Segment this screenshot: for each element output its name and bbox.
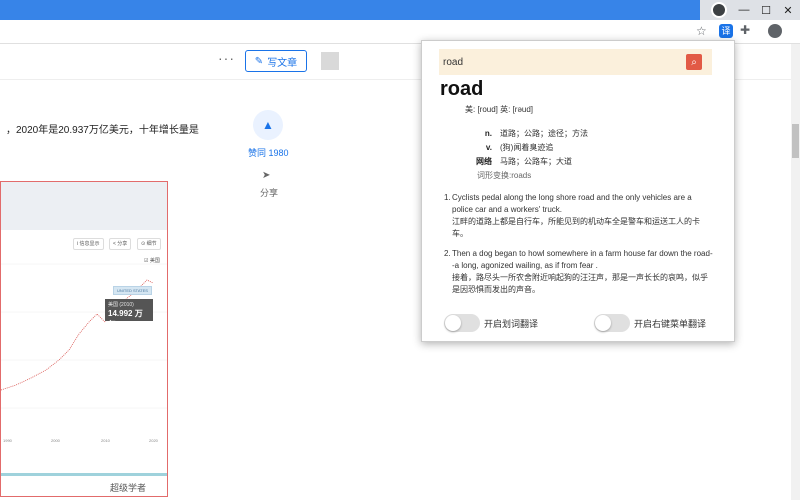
tab-strip[interactable] xyxy=(0,0,700,20)
definition-row: n. 道路；公路；途径；方法 xyxy=(462,126,588,140)
example-number: 2. xyxy=(444,249,451,258)
search-input[interactable] xyxy=(443,54,673,70)
page-scrollbar[interactable] xyxy=(791,44,800,500)
search-bar: ⌕ xyxy=(439,49,712,75)
definition-text: 马路；公路车；大道 xyxy=(500,156,572,166)
puzzle-icon[interactable]: ✚ xyxy=(740,23,750,37)
dictionary-popup: ⌕ road 美: [roud] 英: [rəud] n. 道路；公路；途径；方… xyxy=(421,40,735,342)
edit-icon: ✎ xyxy=(254,55,264,67)
search-icon: ⌕ xyxy=(691,56,697,68)
example-number: 1. xyxy=(444,193,451,202)
write-article-button[interactable]: ✎ 写文章 xyxy=(245,50,307,72)
x-tick: 1990 xyxy=(3,438,12,443)
example-english: Cyclists pedal along the long shore road… xyxy=(452,193,692,214)
example-chinese: 江畔的道路上都是自行车，所能见到的机动车全是警车和运送工人的卡车。 xyxy=(452,217,700,238)
star-icon[interactable]: ☆ xyxy=(696,24,707,38)
upvote-count[interactable]: 赞同 1980 xyxy=(248,146,289,159)
definition-text: (狗)闻着臭迹追 xyxy=(500,142,554,152)
share-icon[interactable]: ➤ xyxy=(262,170,270,181)
example-english: Then a dog began to howl somewhere in a … xyxy=(452,249,713,270)
selection-translate-toggle-row: 开启划词翻译 xyxy=(444,314,538,332)
context-menu-translate-toggle-row: 开启右键菜单翻译 xyxy=(594,314,706,332)
tooltip-label: 美国 (2010) xyxy=(108,302,134,308)
chart-series-line xyxy=(1,279,154,391)
tooltip-value: 14.992 万亿 xyxy=(108,309,143,329)
phonetic: 美: [roud] 英: [rəud] xyxy=(465,105,534,114)
example-sentences: 1. Cyclists pedal along the long shore r… xyxy=(444,192,714,304)
toggle-label: 开启划词翻译 xyxy=(484,318,539,329)
part-of-speech: 网络 xyxy=(476,156,492,166)
example-item: 1. Cyclists pedal along the long shore r… xyxy=(444,192,714,240)
profile-avatar-icon[interactable] xyxy=(768,24,782,38)
example-chinese: 接着，路尽头一所农舍附近响起狗的汪汪声，那是一声长长的哀鸣，似乎是因恐惧而发出的… xyxy=(452,273,708,294)
write-article-label: 写文章 xyxy=(267,57,298,69)
context-menu-translate-toggle[interactable] xyxy=(594,314,630,332)
profile-icon[interactable] xyxy=(711,2,727,18)
share-label[interactable]: 分享 xyxy=(260,186,278,199)
toggle-label: 开启右键菜单翻译 xyxy=(634,318,707,329)
chart-series-tag: UNITED STATES xyxy=(113,286,152,295)
maximize-button[interactable]: ☐ xyxy=(755,0,777,20)
toggle-knob xyxy=(595,315,611,331)
toggle-knob xyxy=(445,315,461,331)
example-item: 2. Then a dog began to howl somewhere in… xyxy=(444,248,714,296)
embedded-chart-image: i 信息显示 < 分享 ⊙ 细节 ☑ 美国 UNITED STATES 美国 (… xyxy=(0,181,168,497)
x-tick: 2000 xyxy=(51,438,60,443)
word-forms[interactable]: 词形变换:roads xyxy=(477,170,531,181)
triangle-up-icon: ▲ xyxy=(262,118,274,132)
definition-row: 网络 马路；公路车；大道 xyxy=(462,154,588,168)
headword: road xyxy=(440,78,484,100)
x-tick: 2010 xyxy=(101,438,110,443)
chart-scroll-bar xyxy=(1,473,167,476)
watermark: 超级学者 xyxy=(110,483,147,493)
part-of-speech: v. xyxy=(485,142,492,152)
browser-titlebar: — ☐ ✕ xyxy=(0,0,800,20)
more-options-icon[interactable]: ··· xyxy=(218,50,235,66)
minimize-button[interactable]: — xyxy=(733,0,755,20)
scrollbar-thumb[interactable] xyxy=(792,124,799,158)
close-button[interactable]: ✕ xyxy=(777,0,799,20)
search-button[interactable]: ⌕ xyxy=(686,54,702,70)
translate-extension-icon[interactable]: 译 xyxy=(719,24,733,38)
selection-translate-toggle[interactable] xyxy=(444,314,480,332)
upvote-button[interactable]: ▲ xyxy=(253,110,283,140)
article-text: ，2020年是20.937万亿美元，十年增长量是 xyxy=(6,125,199,136)
definition-row: v. (狗)闻着臭迹追 xyxy=(462,140,588,154)
part-of-speech: n. xyxy=(484,128,492,138)
definition-text: 道路；公路；途径；方法 xyxy=(500,128,588,138)
user-avatar[interactable] xyxy=(321,52,339,70)
chart-tooltip: 美国 (2010) 14.992 万亿 xyxy=(105,299,153,329)
x-tick: 2020 xyxy=(149,438,158,443)
definitions: n. 道路；公路；途径；方法 v. (狗)闻着臭迹追 网络 马路；公路车；大道 xyxy=(462,126,588,168)
